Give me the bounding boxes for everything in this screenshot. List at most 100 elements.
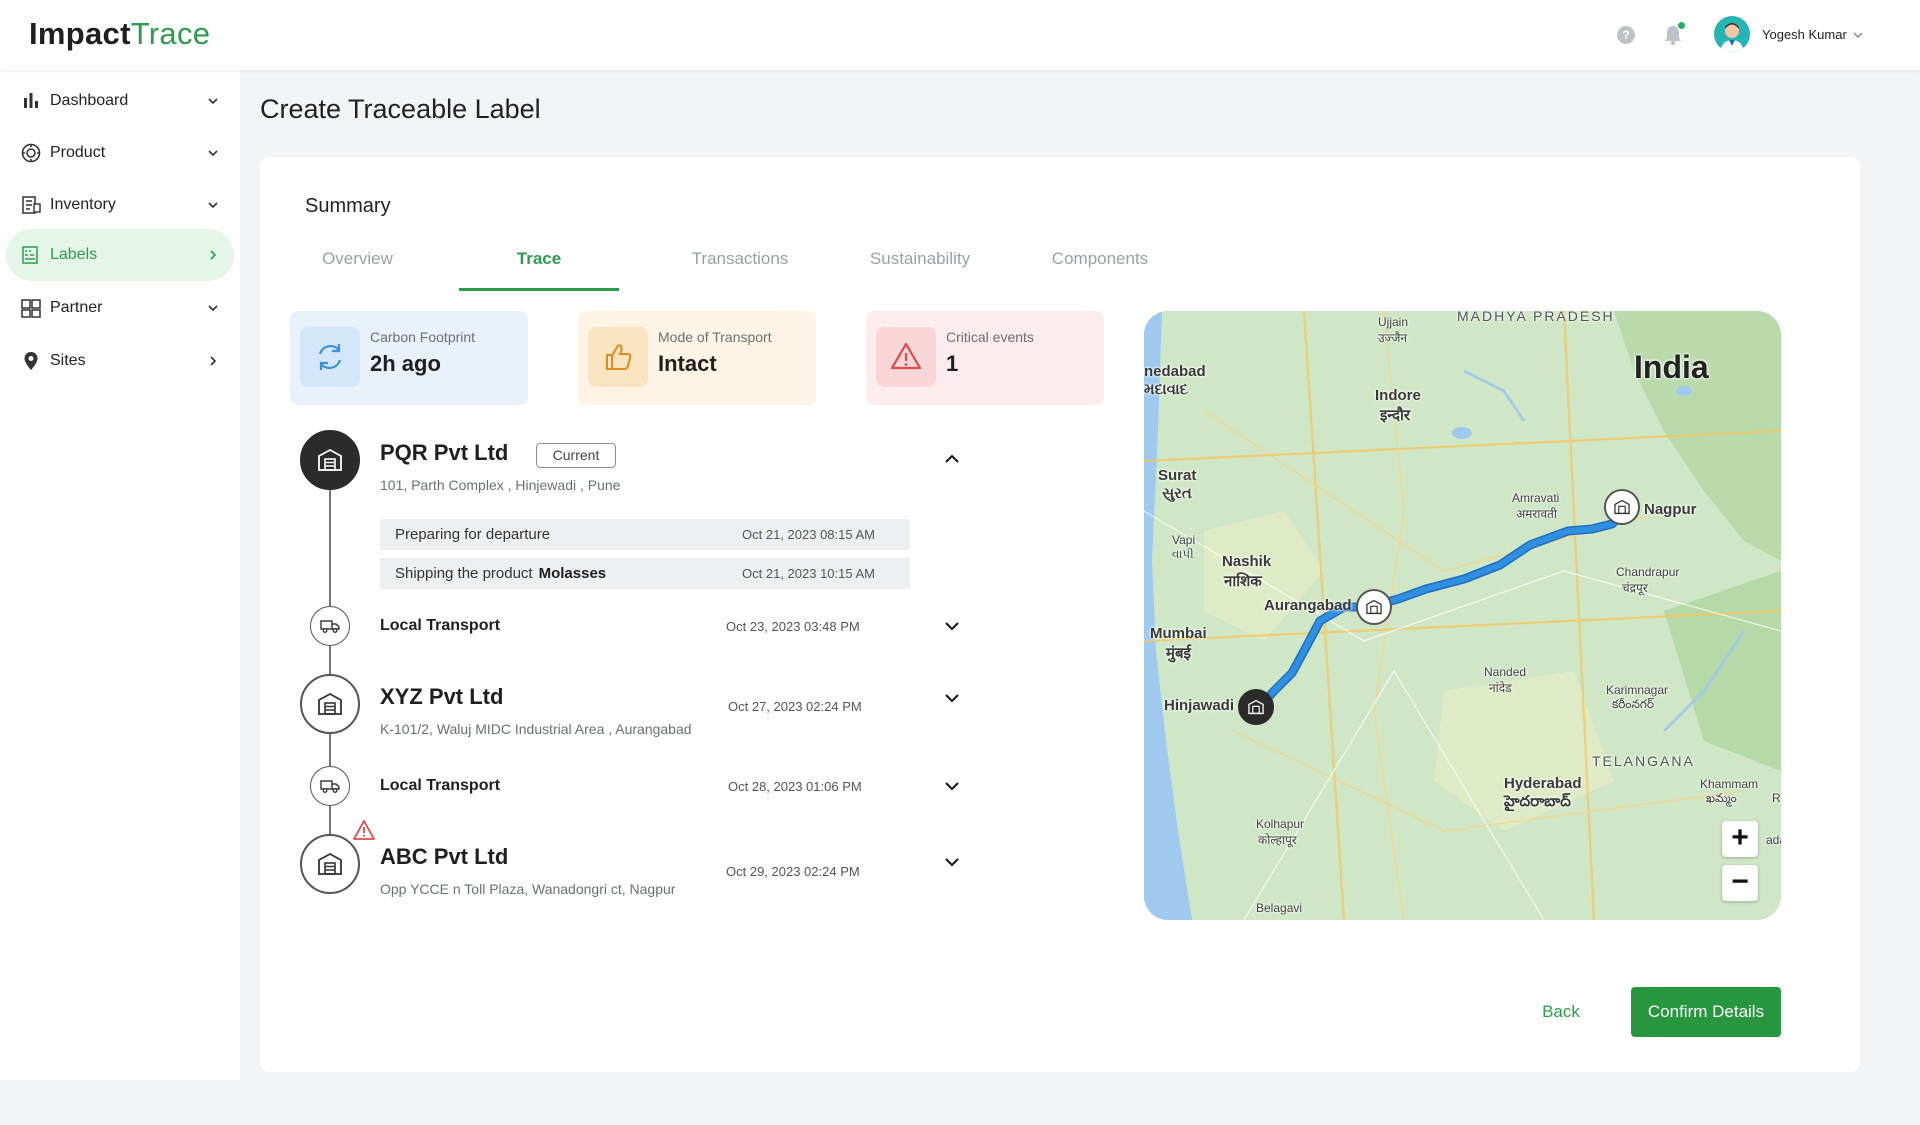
top-bar: ImpactTrace ? Yogesh Kumar: [0, 0, 1920, 70]
stat-critical-events: Critical events 1: [866, 311, 1104, 405]
sidebar-item-dashboard[interactable]: Dashboard: [6, 75, 234, 127]
chevron-down-icon[interactable]: [943, 689, 961, 707]
sidebar-item-partner[interactable]: Partner: [6, 282, 234, 334]
map-label-city: अमरावती: [1516, 507, 1557, 521]
company-address: 101, Parth Complex , Hinjewadi , Pune: [380, 477, 621, 493]
company-address: K-101/2, Waluj MIDC Industrial Area , Au…: [380, 721, 692, 737]
route-map[interactable]: MADHYA PRADESH India Ujjain उज्जैन nedab…: [1144, 311, 1781, 920]
map-label-city: સુરત: [1162, 485, 1192, 502]
map-pin-destination[interactable]: [1604, 489, 1640, 525]
sidebar-item-label: Product: [50, 144, 106, 161]
zoom-out-button[interactable]: −: [1722, 865, 1758, 901]
map-label-city: नाशिक: [1224, 573, 1262, 590]
tab-transactions[interactable]: Transactions: [650, 243, 830, 291]
map-label-city: इन्दौर: [1380, 407, 1410, 424]
transport-label: Local Transport: [380, 617, 501, 634]
map-label-city: Vapi: [1172, 533, 1196, 547]
stat-value: 2h ago: [370, 351, 441, 376]
map-label-city: उज्जैन: [1378, 331, 1408, 345]
zoom-in-button[interactable]: +: [1722, 821, 1758, 857]
map-label-city: హైదరాబాద్: [1504, 793, 1571, 810]
company-name: ABC Pvt Ltd: [380, 844, 509, 869]
logo-text-impact: Impact: [29, 16, 131, 51]
page-title: Create Traceable Label: [260, 94, 541, 124]
warehouse-icon: [300, 834, 360, 894]
sidebar-item-label: Dashboard: [50, 92, 129, 109]
map-label-city: મદાવાદ: [1144, 381, 1189, 398]
notification-bell-icon[interactable]: [1663, 22, 1685, 46]
map-label-country: India: [1634, 349, 1709, 385]
stat-label: Mode of Transport: [658, 329, 772, 345]
chevron-up-icon[interactable]: [943, 450, 961, 468]
sidebar-item-labels[interactable]: Labels: [6, 229, 234, 281]
sidebar: Dashboard Product Inventory Labels Partn…: [0, 70, 240, 1080]
map-label-city: नांदेड: [1489, 681, 1512, 695]
user-name[interactable]: Yogesh Kumar: [1762, 27, 1847, 42]
sidebar-item-label: Inventory: [50, 196, 116, 213]
map-label-city: Khammam: [1700, 777, 1759, 791]
stat-carbon-footprint: Carbon Footprint 2h ago: [290, 311, 528, 405]
map-label-city: વાપી: [1172, 547, 1194, 561]
map-label-city: Nanded: [1484, 665, 1527, 679]
inventory-icon: [20, 194, 42, 216]
map-pin-waypoint[interactable]: [1356, 589, 1392, 625]
sidebar-item-label: Labels: [50, 246, 98, 263]
map-label-city: Hinjawadi: [1164, 697, 1235, 714]
chevron-down-icon[interactable]: [943, 617, 961, 635]
chevron-down-icon[interactable]: [943, 853, 961, 871]
warehouse-icon: [300, 430, 360, 490]
transport-date: Oct 23, 2023 03:48 PM: [726, 619, 860, 634]
event-text: Preparing for departure: [395, 526, 551, 543]
tab-sustainability[interactable]: Sustainability: [830, 243, 1010, 291]
map-label-region: MADHYA PRADESH: [1457, 311, 1615, 324]
event-text: Shipping the product Molasses: [395, 565, 607, 582]
sidebar-item-inventory[interactable]: Inventory: [6, 179, 234, 231]
tab-overview[interactable]: Overview: [290, 243, 425, 291]
map-label-city: Kolhapur: [1256, 817, 1305, 831]
summary-title: Summary: [305, 195, 391, 217]
thumbs-up-icon: [588, 327, 648, 387]
map-label-city: Ujjain: [1378, 315, 1409, 329]
stat-label: Critical events: [946, 329, 1034, 345]
transport-label: Local Transport: [380, 777, 501, 794]
tab-components[interactable]: Components: [1010, 243, 1190, 291]
map-label-city: ఖమ్మం: [1706, 791, 1737, 805]
map-label-edge: R: [1772, 791, 1781, 805]
event-product: Molasses: [538, 565, 607, 582]
map-label-city: nedabad: [1144, 363, 1206, 380]
map-label-city: Karimnagar: [1606, 683, 1669, 697]
back-button[interactable]: Back: [1530, 997, 1592, 1027]
map-background: [1144, 311, 1781, 920]
tab-trace[interactable]: Trace: [459, 243, 619, 291]
confirm-details-button[interactable]: Confirm Details: [1631, 987, 1781, 1037]
stop-date: Oct 29, 2023 02:24 PM: [726, 864, 860, 879]
sidebar-item-product[interactable]: Product: [6, 127, 234, 179]
chevron-down-icon: [206, 146, 220, 160]
app-logo[interactable]: ImpactTrace: [29, 16, 210, 52]
sidebar-item-sites[interactable]: Sites: [6, 335, 234, 387]
map-label-city: Aurangabad: [1264, 597, 1352, 614]
chevron-down-icon: [206, 94, 220, 108]
notification-dot: [1678, 22, 1685, 29]
company-name: PQR Pvt Ltd: [380, 440, 509, 465]
event-date: Oct 21, 2023 10:15 AM: [742, 566, 875, 581]
map-label-city: Hyderabad: [1504, 775, 1582, 792]
avatar[interactable]: [1714, 16, 1750, 52]
help-icon[interactable]: ?: [1617, 26, 1635, 44]
company-address: Opp YCCE n Toll Plaza, Wanadongri ct, Na…: [380, 881, 676, 897]
truck-icon: [310, 606, 350, 646]
chevron-down-icon[interactable]: [943, 777, 961, 795]
event-date: Oct 21, 2023 08:15 AM: [742, 527, 875, 542]
status-badge: Current: [536, 443, 616, 468]
map-label-city: కరీంనగర్: [1612, 697, 1655, 711]
map-label-region: TELANGANA: [1592, 753, 1695, 769]
map-label-city: Belagavi: [1256, 901, 1303, 915]
map-pin-origin[interactable]: [1238, 689, 1274, 725]
stat-label: Carbon Footprint: [370, 329, 476, 345]
warehouse-icon: [300, 674, 360, 734]
map-label-city: Surat: [1158, 467, 1197, 484]
chevron-down-icon[interactable]: [1852, 28, 1864, 40]
stop-date: Oct 27, 2023 02:24 PM: [728, 699, 862, 714]
map-label-city: Amravati: [1512, 491, 1560, 505]
map-label-city: कोल्हापूर: [1258, 833, 1297, 847]
